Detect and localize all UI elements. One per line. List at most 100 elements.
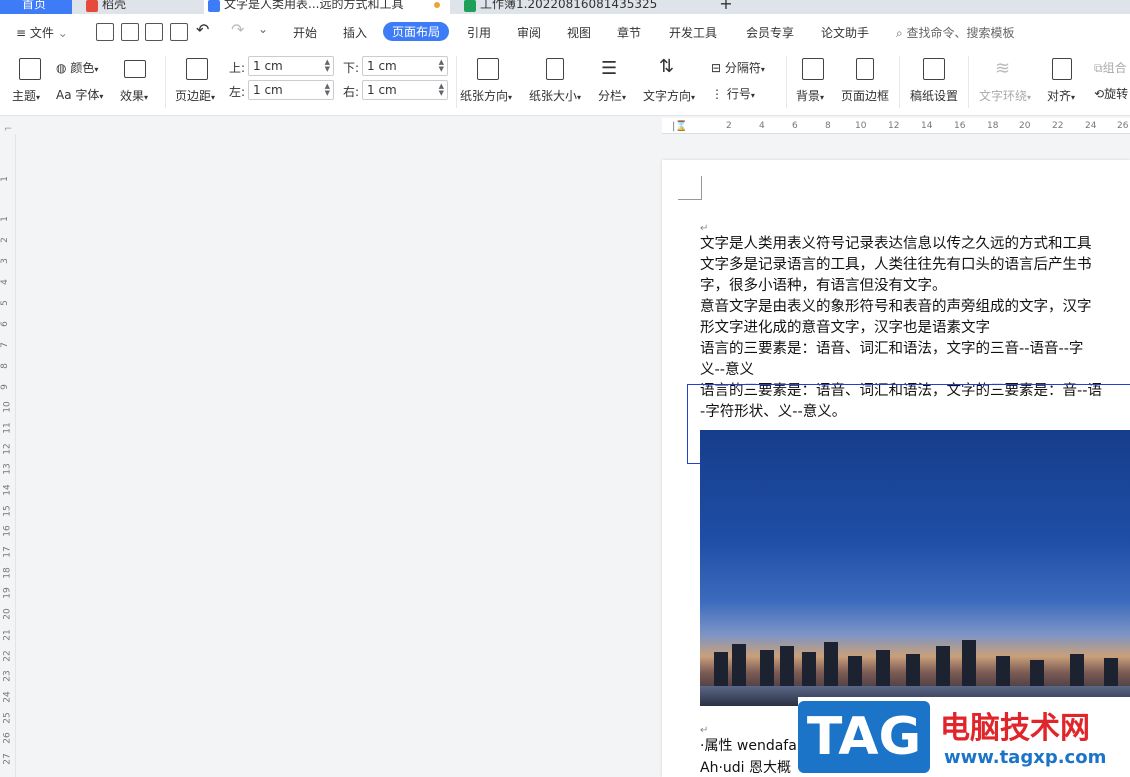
tab-member[interactable]: 会员专享 — [746, 24, 794, 41]
paper-setting-icon[interactable] — [923, 58, 945, 80]
building — [962, 640, 976, 686]
group-button[interactable]: ⧉组合 — [1094, 59, 1127, 76]
page-border-icon[interactable] — [856, 58, 874, 80]
left-margin-input[interactable]: 1 cm ▲ ▼ — [248, 80, 334, 100]
paper-setting-button[interactable]: 稿纸设置 — [910, 87, 958, 104]
doc-line[interactable]: 义--意义 — [700, 360, 754, 381]
margin-button[interactable]: 页边距▾ — [175, 87, 215, 104]
building — [996, 656, 1010, 686]
align-button[interactable]: 对齐▾ — [1047, 87, 1075, 104]
vruler-tick: 22 — [2, 650, 13, 662]
theme-button[interactable]: 主题▾ — [12, 87, 40, 104]
text-direction-icon[interactable]: ⇅ — [659, 56, 674, 77]
columns-button[interactable]: 分栏▾ — [598, 87, 626, 104]
unsaved-dot-icon — [434, 2, 440, 8]
vruler-tick: 1 — [0, 216, 10, 222]
watermark-tag-logo: TAG — [798, 701, 930, 773]
right-margin-label: 右: — [343, 85, 360, 99]
ruler-tick: 16 — [954, 121, 966, 131]
bottom-margin-value: 1 cm — [367, 59, 397, 73]
spinner-arrows-icon[interactable]: ▲ ▼ — [439, 59, 444, 73]
doc-line[interactable]: 文字是人类用表义符号记录表达信息以传之久远的方式和工具 — [700, 234, 1092, 255]
undo-icon[interactable]: ↶ — [196, 20, 209, 39]
top-margin-input[interactable]: 1 cm ▲ ▼ — [248, 56, 334, 76]
doc-line[interactable]: 形文字进化成的意音文字，汉字也是语素文字 — [700, 318, 990, 339]
tab-references[interactable]: 引用 — [467, 24, 491, 41]
doc-line[interactable]: Ah·udi 恩大概 — [700, 757, 791, 777]
ribbon-page-layout: 主题▾ ◍ 颜色▾ Aa 字体▾ 效果▾ 页边距▾ 上: 1 cm ▲ ▼ 左: 1… — [0, 50, 1130, 116]
doc-line[interactable]: 意音文字是由表义的象形符号和表音的声旁组成的文字，汉字 — [700, 297, 1092, 318]
command-search[interactable]: ⌕ 查找命令、搜索模板 — [896, 24, 1015, 41]
customize-chevron-icon[interactable]: ⌄ — [258, 22, 268, 36]
city-night-photo[interactable] — [700, 430, 1130, 706]
color-button[interactable]: ◍ 颜色▾ — [56, 59, 98, 76]
vertical-ruler[interactable]: 1 1 2 3 4 5 6 7 8 9 10 11 12 13 14 15 16… — [0, 134, 16, 777]
tab-insert[interactable]: 插入 — [343, 24, 367, 41]
vruler-tick: 3 — [0, 258, 10, 264]
document-page[interactable]: ↵ 文字是人类用表义符号记录表达信息以传之久远的方式和工具 文字多是记录语言的工… — [662, 160, 1130, 777]
spinner-arrows-icon[interactable]: ▲ ▼ — [325, 83, 330, 97]
save-icon[interactable] — [96, 23, 114, 41]
effect-button[interactable]: 效果▾ — [120, 87, 148, 104]
tab-document[interactable]: 文字是人类用表...远的方式和工具 — [204, 0, 450, 14]
margin-icon[interactable] — [186, 58, 208, 80]
hamburger-icon: ≡ — [16, 26, 30, 40]
spinner-arrows-icon[interactable]: ▲ ▼ — [439, 83, 444, 97]
ruler-start-marker-icon[interactable]: |⌛ — [672, 121, 688, 132]
export-pdf-icon[interactable] — [121, 23, 139, 41]
horizontal-ruler[interactable]: |⌛ 2 4 6 8 10 12 14 16 18 20 22 24 26 — [662, 118, 1130, 134]
orientation-label: 纸张方向 — [460, 89, 509, 103]
doc-line[interactable]: ·属性 wendafa — [700, 735, 797, 755]
page-border-button[interactable]: 页面边框 — [841, 87, 889, 104]
doc-line[interactable]: 语言的三要素是：语音、词汇和语法，文字的三音--语音--字 — [700, 339, 1083, 360]
orientation-icon[interactable] — [477, 58, 499, 80]
theme-chevron-icon: ▾ — [36, 93, 41, 102]
redo-icon[interactable]: ↷ — [231, 20, 244, 39]
background-button[interactable]: 背景▾ — [796, 87, 824, 104]
tab-start[interactable]: 开始 — [293, 24, 317, 41]
daoke-icon — [86, 0, 98, 12]
spinner-arrows-icon[interactable]: ▲ ▼ — [325, 59, 330, 73]
background-icon[interactable] — [802, 58, 824, 80]
separator-button[interactable]: ⊟ 分隔符▾ — [711, 59, 765, 76]
paper-size-icon[interactable] — [546, 58, 564, 80]
doc-line[interactable]: 字，很多小语种，有语言但没有文字。 — [700, 276, 947, 297]
new-tab-button[interactable]: + — [716, 0, 736, 14]
orientation-button[interactable]: 纸张方向▾ — [460, 87, 512, 104]
tab-daoke[interactable]: 稻壳 — [82, 0, 200, 14]
ruler-tick: 22 — [1052, 121, 1064, 131]
tab-chapter[interactable]: 章节 — [617, 24, 641, 41]
tab-page-layout[interactable]: 页面布局 — [383, 22, 450, 41]
tab-thesis-assistant[interactable]: 论文助手 — [821, 24, 869, 41]
building — [1104, 658, 1118, 686]
paper-size-chevron-icon: ▾ — [577, 93, 582, 102]
right-margin-input[interactable]: 1 cm ▲ ▼ — [362, 80, 448, 100]
tab-spreadsheet[interactable]: 工作簿1.20220816081435325 — [460, 0, 710, 14]
theme-icon[interactable] — [19, 58, 41, 80]
watermark-url: www.tagxp.com — [944, 747, 1107, 768]
wrap-text-button[interactable]: 文字环绕▾ — [979, 87, 1031, 104]
tab-developer[interactable]: 开发工具 — [669, 24, 717, 41]
text-direction-button[interactable]: 文字方向▾ — [643, 87, 695, 104]
file-menu[interactable]: ≡ 文件 ⌄ — [16, 24, 68, 41]
doc-line[interactable]: 文字多是记录语言的工具，人类往往先有口头的语言后产生书 — [700, 255, 1092, 276]
font-button[interactable]: Aa 字体▾ — [56, 86, 103, 103]
effect-icon[interactable] — [124, 60, 146, 78]
tab-view[interactable]: 视图 — [567, 24, 591, 41]
ribbon-divider — [165, 56, 166, 108]
print-icon[interactable] — [145, 23, 163, 41]
rotate-button[interactable]: ⟲旋转 — [1094, 85, 1128, 102]
tab-review[interactable]: 审阅 — [517, 24, 541, 41]
tab-home[interactable]: 首页 — [0, 0, 72, 14]
background-chevron-icon: ▾ — [820, 93, 825, 102]
building — [760, 650, 774, 686]
align-icon[interactable] — [1052, 58, 1072, 80]
print-preview-icon[interactable] — [170, 23, 188, 41]
bottom-margin-input[interactable]: 1 cm ▲ ▼ — [362, 56, 448, 76]
ruler-tick: 14 — [921, 121, 933, 131]
ruler-tick: 18 — [987, 121, 999, 131]
columns-icon[interactable]: ☰ — [601, 58, 617, 79]
text-direction-label: 文字方向 — [643, 89, 692, 103]
line-number-button[interactable]: ⋮ 行号▾ — [711, 85, 755, 102]
paper-size-button[interactable]: 纸张大小▾ — [529, 87, 581, 104]
